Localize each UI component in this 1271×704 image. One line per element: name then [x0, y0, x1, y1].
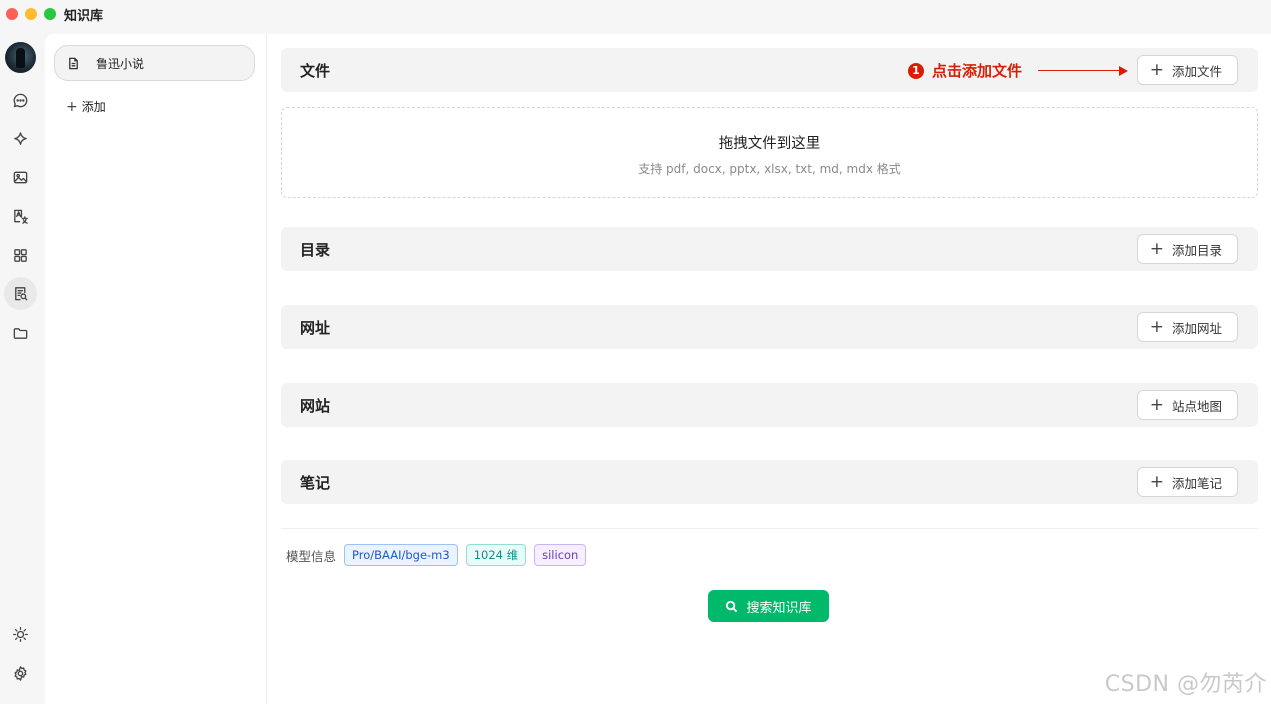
plus-icon: +	[1149, 471, 1164, 492]
add-directory-button[interactable]: + 添加目录	[1136, 234, 1238, 264]
add-file-label: 添加文件	[1171, 63, 1222, 79]
minimize-window-button[interactable]	[25, 8, 37, 20]
avatar[interactable]	[5, 42, 36, 73]
add-sitemap-label: 站点地图	[1171, 398, 1222, 414]
theme-icon[interactable]	[5, 619, 35, 649]
sparkle-icon[interactable]	[5, 124, 35, 154]
add-note-button[interactable]: + 添加笔记	[1136, 467, 1238, 497]
kb-list-item-label: 鲁迅小说	[96, 56, 145, 71]
zoom-window-button[interactable]	[44, 8, 56, 20]
website-section: 网站 + 站点地图	[281, 383, 1258, 427]
translate-icon[interactable]	[5, 201, 35, 231]
close-window-button[interactable]	[6, 8, 18, 20]
apps-icon[interactable]	[5, 240, 35, 270]
notes-section-title: 笔记	[300, 474, 331, 492]
search-knowledge-label: 搜索知识库	[746, 600, 812, 616]
add-file-button[interactable]: + 添加文件	[1136, 55, 1238, 85]
notes-section: 笔记 + 添加笔记	[281, 460, 1258, 504]
watermark: CSDN @勿芮介	[1104, 672, 1267, 697]
search-knowledge-button[interactable]: 搜索知识库	[708, 590, 829, 622]
kb-list-item[interactable]: 鲁迅小说	[54, 45, 255, 81]
dropzone-title: 拖拽文件到这里	[718, 136, 821, 152]
url-section-title: 网址	[300, 319, 331, 337]
arrow-right-icon	[1038, 65, 1128, 76]
annotation-callout: 1 点击添加文件	[907, 60, 1128, 81]
main-content: 文件 1 点击添加文件 + 添加文件 拖拽文件到这里 支持 pdf, docx,…	[267, 34, 1271, 704]
provider-tag: silicon	[534, 544, 587, 566]
add-kb-label: 添加	[81, 100, 106, 114]
plus-icon: +	[1149, 316, 1164, 337]
title-bar: 知识库	[0, 0, 1271, 34]
files-section: 文件 1 点击添加文件 + 添加文件	[281, 48, 1258, 92]
add-directory-label: 添加目录	[1171, 242, 1222, 258]
window-title: 知识库	[64, 9, 104, 24]
annotation-text: 点击添加文件	[931, 62, 1022, 80]
plus-icon: +	[66, 98, 78, 115]
dimension-tag: 1024 维	[465, 544, 527, 566]
files-section-title: 文件	[300, 62, 331, 80]
website-section-title: 网站	[300, 397, 331, 415]
add-kb-button[interactable]: + 添加	[66, 98, 106, 115]
document-icon	[67, 56, 81, 70]
plus-icon: +	[1149, 59, 1164, 80]
chat-icon[interactable]	[5, 85, 35, 115]
app-window: 知识库 鲁迅小说 + 添加 文件 1 点击添加文件 + 添加文件 拖拽文件到这里…	[0, 0, 1271, 704]
search-icon	[726, 600, 738, 612]
plus-icon: +	[1149, 394, 1164, 415]
icon-rail	[0, 34, 44, 704]
directory-section-title: 目录	[300, 241, 331, 259]
model-name-tag: Pro/BAAI/bge-m3	[344, 544, 458, 566]
image-icon[interactable]	[5, 162, 35, 192]
knowledge-base-list: 鲁迅小说 + 添加	[45, 34, 267, 704]
settings-icon[interactable]	[5, 658, 35, 688]
knowledge-icon[interactable]	[4, 277, 37, 310]
divider	[281, 528, 1258, 529]
model-info-row: 模型信息 Pro/BAAI/bge-m3 1024 维 silicon	[286, 544, 587, 566]
directory-section: 目录 + 添加目录	[281, 227, 1258, 271]
add-sitemap-button[interactable]: + 站点地图	[1136, 390, 1238, 420]
add-url-button[interactable]: + 添加网址	[1136, 312, 1238, 342]
model-info-label: 模型信息	[286, 548, 337, 564]
add-note-label: 添加笔记	[1171, 475, 1222, 491]
add-url-label: 添加网址	[1171, 320, 1222, 336]
folder-icon[interactable]	[5, 318, 35, 348]
annotation-number: 1	[907, 62, 924, 79]
file-dropzone[interactable]: 拖拽文件到这里 支持 pdf, docx, pptx, xlsx, txt, m…	[281, 107, 1258, 198]
dropzone-subtitle: 支持 pdf, docx, pptx, xlsx, txt, md, mdx 格…	[638, 162, 901, 176]
url-section: 网址 + 添加网址	[281, 305, 1258, 349]
plus-icon: +	[1149, 238, 1164, 259]
